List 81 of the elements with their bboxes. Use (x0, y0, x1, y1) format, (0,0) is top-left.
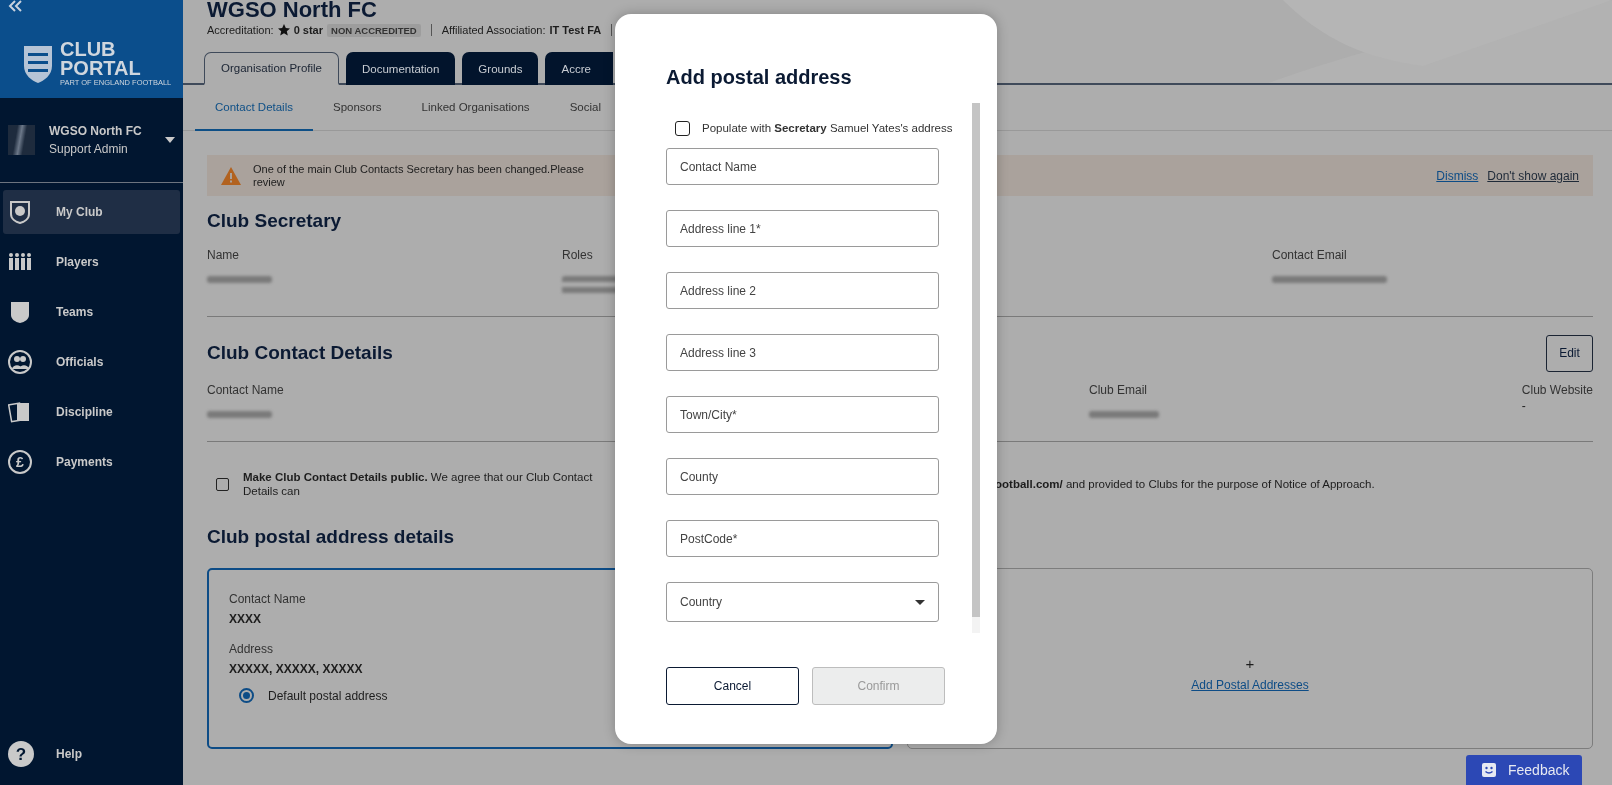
association-name: IT Test FA (549, 24, 602, 36)
field-label: Name (207, 248, 239, 262)
blurred-value (207, 276, 272, 283)
tab[interactable]: Documentation (346, 52, 456, 85)
section-heading: Club Contact Details (207, 342, 393, 364)
subtab[interactable]: Social (549, 85, 601, 131)
accreditation-label: Accreditation: (207, 24, 274, 36)
plus-sign: + (1245, 655, 1255, 672)
pound-icon: £ (8, 450, 32, 474)
caret-icon[interactable] (165, 137, 175, 143)
nav-item[interactable]: My Club (3, 190, 180, 234)
checkbox-label: Populate with Secretary Samuel Yates's address (702, 122, 953, 134)
star-icon (277, 24, 290, 36)
club-name: WGSO North FC (49, 124, 143, 138)
checkbox[interactable] (216, 477, 229, 491)
dialog-title: Add postal address (666, 66, 853, 90)
input-field[interactable]: County (666, 458, 939, 495)
section-heading: Club Secretary (207, 209, 342, 233)
club-avatar (8, 125, 35, 155)
help-icon: ? (8, 741, 34, 767)
section-heading: Club postal address details (207, 526, 455, 548)
subtab[interactable]: Linked Organisations (401, 85, 550, 131)
input-field[interactable]: PostCode* (666, 520, 939, 557)
feedback-button[interactable]: Feedback (1466, 755, 1582, 785)
scrollbar[interactable] (972, 103, 980, 633)
alert-message: One of the main Club Contacts Secretary has been changed.Please review (253, 162, 585, 189)
cards-icon (8, 400, 32, 424)
dropdown[interactable]: Country (666, 582, 939, 622)
tab[interactable]: Organisation Profile (204, 52, 339, 85)
nav-item[interactable]: Teams (3, 290, 180, 334)
blurred-value (1089, 411, 1159, 418)
shield-icon (8, 200, 32, 224)
field-label: Contact Email (1272, 248, 1347, 262)
field-label: Contact Name (207, 383, 284, 397)
input-field[interactable]: Address line 1* (666, 210, 939, 247)
consent-text: Make Club Contact Details public. We agree that our Club Contact Details can (243, 470, 594, 498)
warning-icon (221, 166, 241, 185)
field-value: XXXXX, XXXXX, XXXXX (229, 662, 364, 676)
accreditation-value: 0 star (293, 24, 323, 36)
crest-icon (22, 43, 54, 84)
smile-icon (1482, 763, 1496, 777)
nav-item[interactable]: £ Payments (3, 440, 180, 484)
logo-text: PORTAL (60, 59, 142, 78)
collapse-icon[interactable] (8, 0, 22, 12)
subtab[interactable]: Sponsors (313, 85, 402, 131)
edit-button[interactable]: Edit (1546, 334, 1593, 372)
field-value: XXXX (229, 612, 262, 626)
alert-link[interactable]: Don't show again (1487, 168, 1579, 183)
add-address-link[interactable]: Add Postal Addresses (1191, 678, 1309, 692)
field-value: - (1521, 399, 1527, 413)
people-icon (8, 350, 32, 374)
field-label: Contact Name (229, 592, 306, 606)
subtab[interactable]: Contact Details (195, 85, 313, 131)
field-label: Club Website (1521, 383, 1593, 397)
caret-icon (915, 599, 925, 605)
radio-label: Default postal address (268, 688, 388, 703)
blurred-value (207, 411, 272, 418)
field-label: Address (229, 642, 274, 656)
alert-link[interactable]: Dismiss (1436, 168, 1479, 183)
dialog-button[interactable]: Cancel (666, 667, 799, 705)
help-link[interactable]: ? Help (0, 741, 183, 785)
input-field[interactable]: Town/City* (666, 396, 939, 433)
field-label: Roles (562, 248, 593, 262)
input-field[interactable]: Contact Name (666, 148, 939, 185)
field-label: Club Email (1089, 383, 1148, 397)
nav-item[interactable]: Players (3, 240, 180, 284)
user-role: Support Admin (49, 142, 129, 156)
input-field[interactable]: Address line 3 (666, 334, 939, 371)
nav-item[interactable]: Discipline (3, 390, 180, 434)
page-title: WGSO North FC (207, 0, 378, 20)
tab[interactable]: Grounds (462, 52, 539, 85)
checkbox[interactable] (675, 120, 690, 136)
radio-button[interactable] (239, 688, 254, 703)
status-badge: NON ACCREDITED (327, 23, 421, 37)
input-field[interactable]: Address line 2 (666, 272, 939, 309)
nav-item[interactable]: Officials (3, 340, 180, 384)
association-label: Affiliated Association: (441, 24, 546, 36)
consent-text: ootball.com/ and provided to Clubs for the purpose of Notice of Approach. (995, 478, 1375, 490)
logo-text: CLUB (60, 40, 117, 59)
tab[interactable]: Accre (545, 52, 613, 85)
shield-icon (8, 300, 32, 324)
